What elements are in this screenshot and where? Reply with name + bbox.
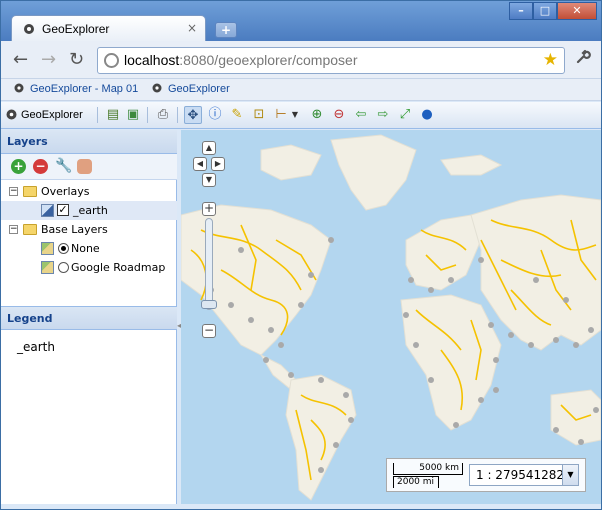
reload-button[interactable]: ↻ xyxy=(69,49,84,70)
measure-icon[interactable]: ✎ xyxy=(228,106,246,124)
measure-menu-icon[interactable]: ⊢ xyxy=(272,106,290,124)
legend-entry: _earth xyxy=(17,340,55,354)
overlays-label: Overlays xyxy=(41,185,90,198)
bookmark-map01[interactable]: GeoExplorer - Map 01 xyxy=(13,82,138,95)
chevron-down-icon[interactable]: ▼ xyxy=(562,465,578,485)
layers-toolbar: + − 🔧 xyxy=(1,154,177,180)
google-earth-icon[interactable]: ● xyxy=(418,106,436,124)
geoexplorer-icon xyxy=(24,24,34,34)
pan-icon[interactable]: ✥ xyxy=(184,106,202,124)
bookmark-geoexplorer[interactable]: GeoExplorer xyxy=(151,82,230,95)
collapse-icon[interactable]: − xyxy=(9,225,18,234)
scale-select[interactable]: 1 : 279541282 ▼ xyxy=(469,464,579,486)
minimize-button[interactable]: – xyxy=(509,2,533,20)
tab-title: GeoExplorer xyxy=(42,22,110,36)
zoom-in-button[interactable]: + xyxy=(202,202,216,216)
export-map-icon[interactable]: ▣ xyxy=(124,106,142,124)
page-icon[interactable]: ▤ xyxy=(104,106,122,124)
pan-south-icon[interactable]: ▼ xyxy=(202,173,216,187)
navigation-bar: ← → ↻ localhost:8080/geoexplorer/compose… xyxy=(1,41,601,79)
close-window-button[interactable]: ✕ xyxy=(557,2,597,20)
scale-line-km: 5000 km xyxy=(393,463,463,475)
zoom-in-icon[interactable]: ⊕ xyxy=(308,106,326,124)
tab-geoexplorer[interactable]: GeoExplorer × xyxy=(11,15,206,42)
url-host: localhost xyxy=(124,52,180,68)
print-icon[interactable]: ⎙ xyxy=(154,106,172,124)
tree-node-overlays[interactable]: − Overlays xyxy=(1,182,177,201)
collapse-icon[interactable]: − xyxy=(9,187,18,196)
measure-area-icon[interactable]: ⊡ xyxy=(250,106,268,124)
layer-properties-icon[interactable]: 🔧 xyxy=(55,159,72,174)
layer-label: Google Roadmap xyxy=(71,261,166,274)
tab-close-icon[interactable]: × xyxy=(187,21,197,35)
tree-node-google-roadmap[interactable]: Google Roadmap xyxy=(1,258,177,277)
bookmark-label: GeoExplorer - Map 01 xyxy=(30,83,139,95)
layers-panel-title: Layers xyxy=(1,130,177,154)
geoexplorer-icon xyxy=(152,83,162,93)
folder-icon xyxy=(23,186,37,197)
browser-window: GeoExplorer × + – □ ✕ ← → ↻ localhost:80… xyxy=(0,0,602,510)
app-title[interactable]: GeoExplorer xyxy=(5,108,83,121)
base-layer-radio[interactable] xyxy=(58,262,69,273)
geoexplorer-icon xyxy=(6,109,17,120)
scale-select-value: 1 : 279541282 xyxy=(476,468,565,482)
zoom-bar[interactable] xyxy=(205,218,213,310)
folder-icon xyxy=(23,224,37,235)
geoexplorer-icon xyxy=(14,83,24,93)
bookmark-label: GeoExplorer xyxy=(168,83,230,95)
forward-button[interactable]: → xyxy=(41,49,56,70)
world-map xyxy=(181,130,601,504)
layer-label: _earth xyxy=(73,204,108,217)
pan-east-icon[interactable]: ▶ xyxy=(211,157,225,171)
next-extent-icon[interactable]: ⇨ xyxy=(374,106,392,124)
maximize-button[interactable]: □ xyxy=(533,2,557,20)
map-viewport[interactable]: ▲ ◀ ▶ ▼ + − 5000 km 2000 mi 1 : 27954128… xyxy=(181,130,601,504)
scale-control: 5000 km 2000 mi 1 : 279541282 ▼ xyxy=(386,458,586,492)
app-toolbar: GeoExplorer ▤ ▣ ⎙ ✥ ⓘ ✎ ⊡ ⊢ ▼ ⊕ ⊖ ⇦ ⇨ ⤢ … xyxy=(1,102,601,129)
zoom-slider-handle[interactable] xyxy=(201,300,217,309)
tree-node-earth[interactable]: ✓ _earth xyxy=(1,201,177,220)
tree-node-none[interactable]: None xyxy=(1,239,177,258)
url-path: :8080/geoexplorer/composer xyxy=(179,52,358,68)
pan-north-icon[interactable]: ▲ xyxy=(202,141,216,155)
toolbar-separator xyxy=(97,107,98,123)
previous-extent-icon[interactable]: ⇦ xyxy=(352,106,370,124)
bookmark-star-icon[interactable]: ★ xyxy=(543,50,558,70)
scale-line-mi: 2000 mi xyxy=(393,476,439,488)
globe-icon xyxy=(104,53,119,68)
layer-styles-icon[interactable] xyxy=(77,159,92,174)
layer-label: None xyxy=(71,242,100,255)
layer-visibility-checkbox[interactable]: ✓ xyxy=(57,204,69,216)
back-button[interactable]: ← xyxy=(13,49,28,70)
tab-strip: GeoExplorer × + – □ ✕ xyxy=(1,1,601,42)
address-bar[interactable]: localhost:8080/geoexplorer/composer ★ xyxy=(97,47,565,74)
pan-west-icon[interactable]: ◀ xyxy=(193,157,207,171)
zoom-out-button[interactable]: − xyxy=(202,324,216,338)
toolbar-separator xyxy=(147,107,148,123)
legend-panel-title: Legend xyxy=(1,306,177,330)
raster-layer-icon xyxy=(41,261,54,274)
west-panel: Layers + − 🔧 − Overlays ✓ _earth − Base … xyxy=(1,130,177,504)
url-text: localhost:8080/geoexplorer/composer xyxy=(124,52,358,68)
base-layer-radio[interactable] xyxy=(58,243,69,254)
base-layers-label: Base Layers xyxy=(41,223,108,236)
chevron-down-icon[interactable]: ▼ xyxy=(290,106,300,124)
info-icon[interactable]: ⓘ xyxy=(206,106,224,124)
toolbar-separator xyxy=(177,107,178,123)
window-controls: – □ ✕ xyxy=(509,2,597,20)
new-tab-button[interactable]: + xyxy=(215,22,237,38)
tree-node-base-layers[interactable]: − Base Layers xyxy=(1,220,177,239)
add-layer-icon[interactable]: + xyxy=(11,159,26,174)
wrench-menu-icon[interactable] xyxy=(575,49,591,70)
max-extent-icon[interactable]: ⤢ xyxy=(396,106,414,124)
app-title-text: GeoExplorer xyxy=(21,109,83,121)
raster-layer-icon xyxy=(41,242,54,255)
wrench-icon xyxy=(576,49,591,64)
zoom-out-icon[interactable]: ⊖ xyxy=(330,106,348,124)
bookmarks-bar: GeoExplorer - Map 01 GeoExplorer xyxy=(1,79,601,101)
vector-layer-icon xyxy=(41,204,54,217)
remove-layer-icon[interactable]: − xyxy=(33,159,48,174)
